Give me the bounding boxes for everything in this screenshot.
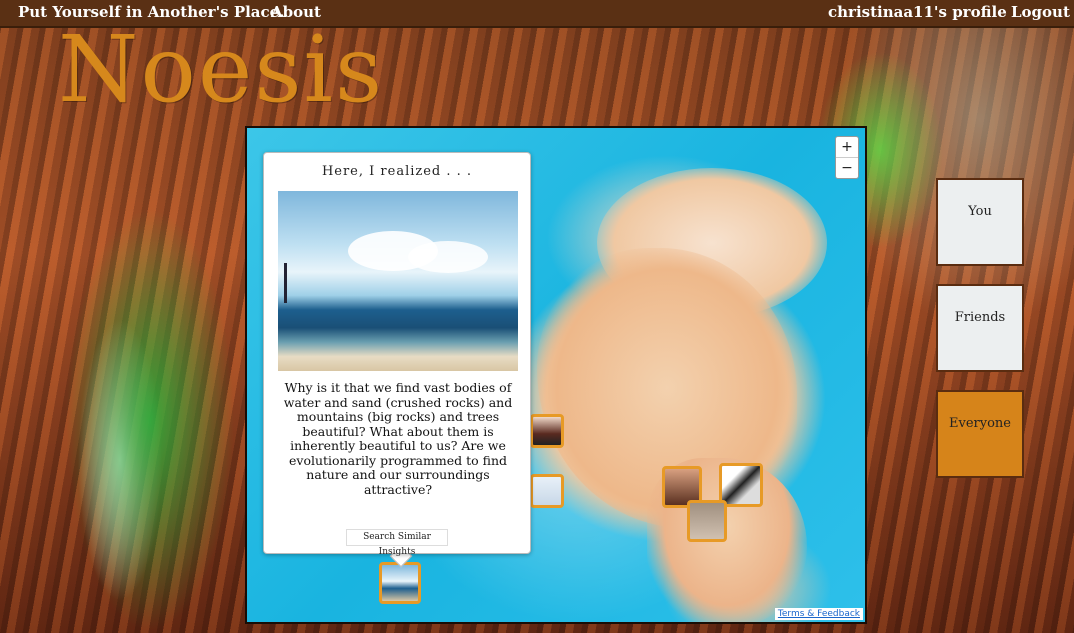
- zoom-control: + −: [835, 136, 859, 179]
- photo-cloud: [408, 241, 488, 273]
- map-marker-avatar[interactable]: [530, 474, 564, 508]
- insight-popup: Here, I realized . . . Why is it that we…: [263, 152, 531, 557]
- map-marker-avatar[interactable]: [687, 500, 727, 542]
- popup-title: Here, I realized . . .: [321, 164, 473, 179]
- filter-everyone-label: Everyone: [949, 416, 1011, 431]
- filter-you-label: You: [968, 204, 992, 219]
- filter-you-button[interactable]: You: [936, 178, 1024, 266]
- map-view[interactable]: + − Here, I realized . . . Why is it tha…: [245, 126, 867, 624]
- filter-everyone-button[interactable]: Everyone: [936, 390, 1024, 478]
- zoom-in-button[interactable]: +: [836, 137, 858, 157]
- logout-link[interactable]: Logout: [1011, 3, 1070, 21]
- terms-feedback-link[interactable]: Terms & Feedback: [774, 608, 863, 620]
- map-marker-avatar[interactable]: [530, 414, 564, 448]
- insight-photo: [278, 191, 518, 371]
- profile-link[interactable]: christinaa11's profile: [828, 3, 1007, 21]
- site-logo[interactable]: Noesis: [58, 24, 384, 116]
- zoom-out-button[interactable]: −: [836, 157, 858, 178]
- search-similar-button[interactable]: Search Similar Insights: [346, 529, 448, 557]
- map-marker-selected[interactable]: [379, 562, 421, 604]
- filter-friends-label: Friends: [954, 310, 1006, 325]
- photo-palm: [284, 263, 287, 303]
- insight-text: Why is it that we find vast bodies of wa…: [283, 380, 513, 497]
- filter-friends-button[interactable]: Friends: [936, 284, 1024, 372]
